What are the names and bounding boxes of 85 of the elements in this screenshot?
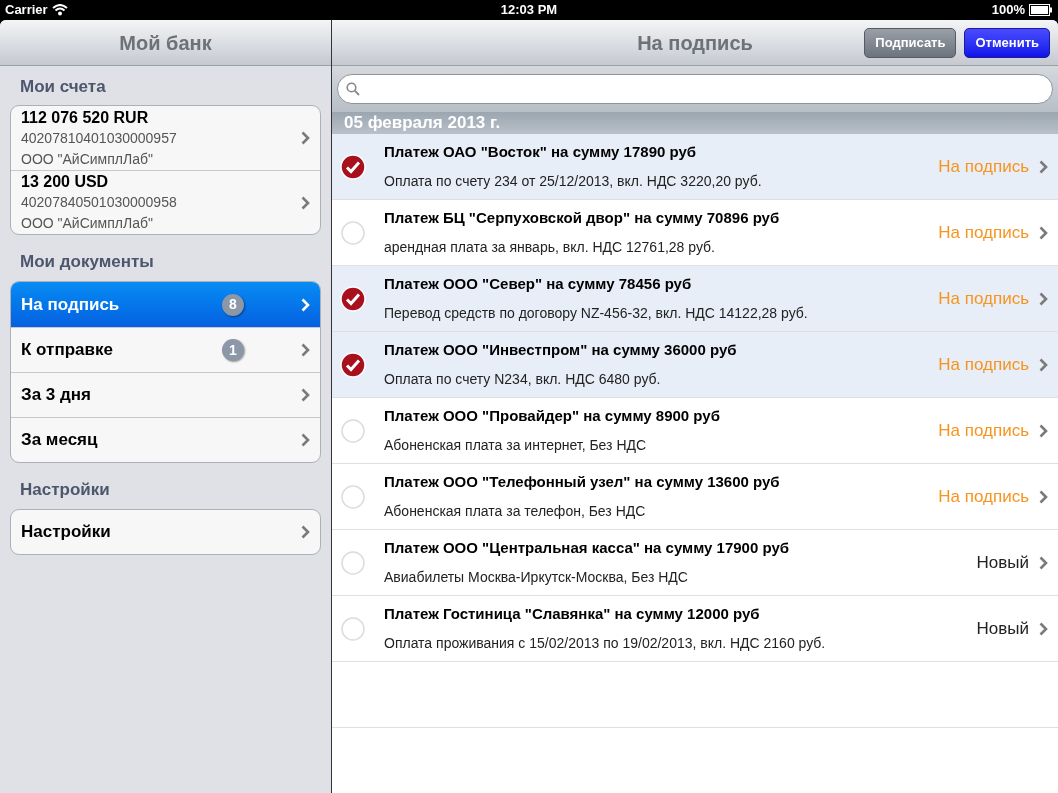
payment-status: Новый — [976, 551, 1029, 574]
chevron-icon — [1039, 555, 1048, 570]
sign-button[interactable]: Подписать — [864, 27, 957, 58]
checkmark-icon[interactable] — [340, 153, 366, 180]
section-date: 05 февраля 2013 г. — [344, 112, 501, 135]
payment-title: Платеж ООО "Север" на сумму 78456 руб — [384, 273, 693, 294]
chevron-icon — [1039, 225, 1048, 240]
chevron-icon — [301, 131, 310, 145]
account-number: 40207840501030000958 — [21, 193, 178, 212]
payment-row[interactable]: Платеж ОАО "Восток" на сумму 17890 руб Оплата по счету 234 от 25/12/2013, вкл. НДС 3220,20 руб. На подпись — [332, 134, 1058, 200]
payment-status: На подпись — [938, 287, 1029, 310]
chevron-icon — [1039, 423, 1048, 438]
chevron-icon — [1039, 159, 1048, 174]
section-header: Настройки — [19, 479, 111, 502]
payment-description: Авиабилеты Москва-Иркутск-Москва, Без НДС — [384, 568, 689, 588]
payment-description: Абоненская плата за интернет, Без НДС — [384, 436, 648, 456]
settings-item[interactable]: Настройки — [11, 510, 320, 554]
empty-circle-icon[interactable] — [340, 417, 366, 444]
document-filter-label: На подпись — [21, 293, 121, 316]
account-number: 40207810401030000957 — [21, 128, 178, 148]
document-filter-label: За 3 дня — [21, 384, 92, 407]
chevron-icon — [1039, 357, 1048, 372]
payment-row[interactable]: Платеж ООО "Север" на сумму 78456 руб Перевод средств по договору NZ-456-32, вкл. НДС 14122,28 руб. На подпись — [332, 266, 1058, 332]
chevron-icon — [301, 388, 310, 402]
payment-status: На подпись — [938, 155, 1029, 178]
account-item[interactable]: 112 076 520 RUR 40207810401030000957 ООО "АйСимплЛаб" — [11, 106, 320, 170]
sidebar-title: Мой банк — [119, 30, 212, 56]
account-amount: 13 200 USD — [21, 172, 110, 192]
search-field[interactable] — [337, 74, 1053, 104]
count-badge: 8 — [222, 293, 244, 316]
payment-title: Платеж БЦ "Серпуховской двор" на сумму 70896 руб — [384, 207, 781, 228]
account-owner: ООО "АйСимплЛаб" — [21, 214, 154, 233]
wifi-icon — [51, 4, 68, 16]
checkmark-icon[interactable] — [340, 351, 366, 378]
payment-title: Платеж ООО "Телефонный узел" на сумму 13600 руб — [384, 471, 781, 492]
count-badge: 1 — [222, 339, 244, 361]
section-header: Мои документы — [19, 251, 155, 274]
account-amount: 112 076 520 RUR — [21, 107, 150, 128]
payment-status: Новый — [976, 617, 1029, 640]
account-owner: ООО "АйСимплЛаб" — [21, 149, 154, 169]
payment-description: арендная плата за январь, вкл. НДС 12761,28 руб. — [384, 238, 716, 258]
chevron-icon — [301, 343, 310, 357]
clock-label: 12:03 PM — [500, 1, 558, 20]
chevron-icon — [301, 297, 310, 312]
payment-status: На подпись — [938, 419, 1029, 442]
payment-description: Оплата по счету 234 от 25/12/2013, вкл. НДС 3220,20 руб. — [384, 172, 763, 192]
payment-description: Абоненская плата за телефон, Без НДС — [384, 502, 647, 522]
document-filter-item[interactable]: За 3 дня — [11, 372, 320, 417]
chevron-icon — [301, 525, 310, 539]
payment-row[interactable]: Платеж ООО "Инвестпром" на сумму 36000 руб Оплата по счету N234, вкл. НДС 6480 руб. На подпись — [332, 332, 1058, 398]
chevron-icon — [1039, 291, 1048, 306]
payment-title: Платеж ООО "Провайдер" на сумму 8900 руб — [384, 405, 721, 426]
settings-label: Настройки — [21, 521, 112, 544]
chevron-icon — [1039, 489, 1048, 504]
payment-description: Перевод средств по договору NZ-456-32, вкл. НДС 14122,28 руб. — [384, 304, 809, 324]
document-filter-label: К отправке — [21, 339, 114, 362]
document-filter-item[interactable]: На подпись 8 — [11, 282, 320, 327]
payment-description: Оплата по счету N234, вкл. НДС 6480 руб. — [384, 370, 662, 390]
payment-status: На подпись — [938, 485, 1029, 508]
payment-status: На подпись — [938, 221, 1029, 244]
battery-label: 100% — [991, 1, 1025, 20]
account-item[interactable]: 13 200 USD 40207840501030000958 ООО "АйСимплЛаб" — [11, 170, 320, 234]
payment-description: Оплата проживания с 15/02/2013 по 19/02/2013, вкл. НДС 2160 руб. — [384, 634, 827, 654]
detail-title: На подпись — [637, 30, 753, 56]
payment-title: Платеж ООО "Центральная касса" на сумму 17900 руб — [384, 537, 791, 558]
chevron-icon — [301, 195, 310, 210]
chevron-icon — [301, 433, 310, 447]
section-header: Мои счета — [19, 76, 107, 99]
payment-title: Платеж Гостиница "Славянка" на сумму 12000 руб — [384, 603, 761, 624]
empty-circle-icon[interactable] — [340, 615, 366, 642]
battery-icon — [1029, 4, 1053, 16]
payment-title: Платеж ОАО "Восток" на сумму 17890 руб — [384, 141, 698, 162]
document-filter-item[interactable]: К отправке 1 — [11, 327, 320, 372]
payment-status: На подпись — [938, 353, 1029, 376]
cancel-button[interactable]: Отменить — [964, 27, 1050, 58]
empty-circle-icon[interactable] — [340, 483, 366, 510]
empty-circle-icon[interactable] — [340, 549, 366, 576]
carrier-label: Carrier — [5, 1, 48, 20]
document-filter-item[interactable]: За месяц — [11, 417, 320, 462]
chevron-icon — [1039, 621, 1048, 636]
empty-circle-icon[interactable] — [340, 219, 366, 246]
checkmark-icon[interactable] — [340, 285, 366, 312]
payment-title: Платеж ООО "Инвестпром" на сумму 36000 руб — [384, 339, 738, 360]
search-icon — [346, 82, 360, 96]
document-filter-label: За месяц — [21, 429, 99, 452]
